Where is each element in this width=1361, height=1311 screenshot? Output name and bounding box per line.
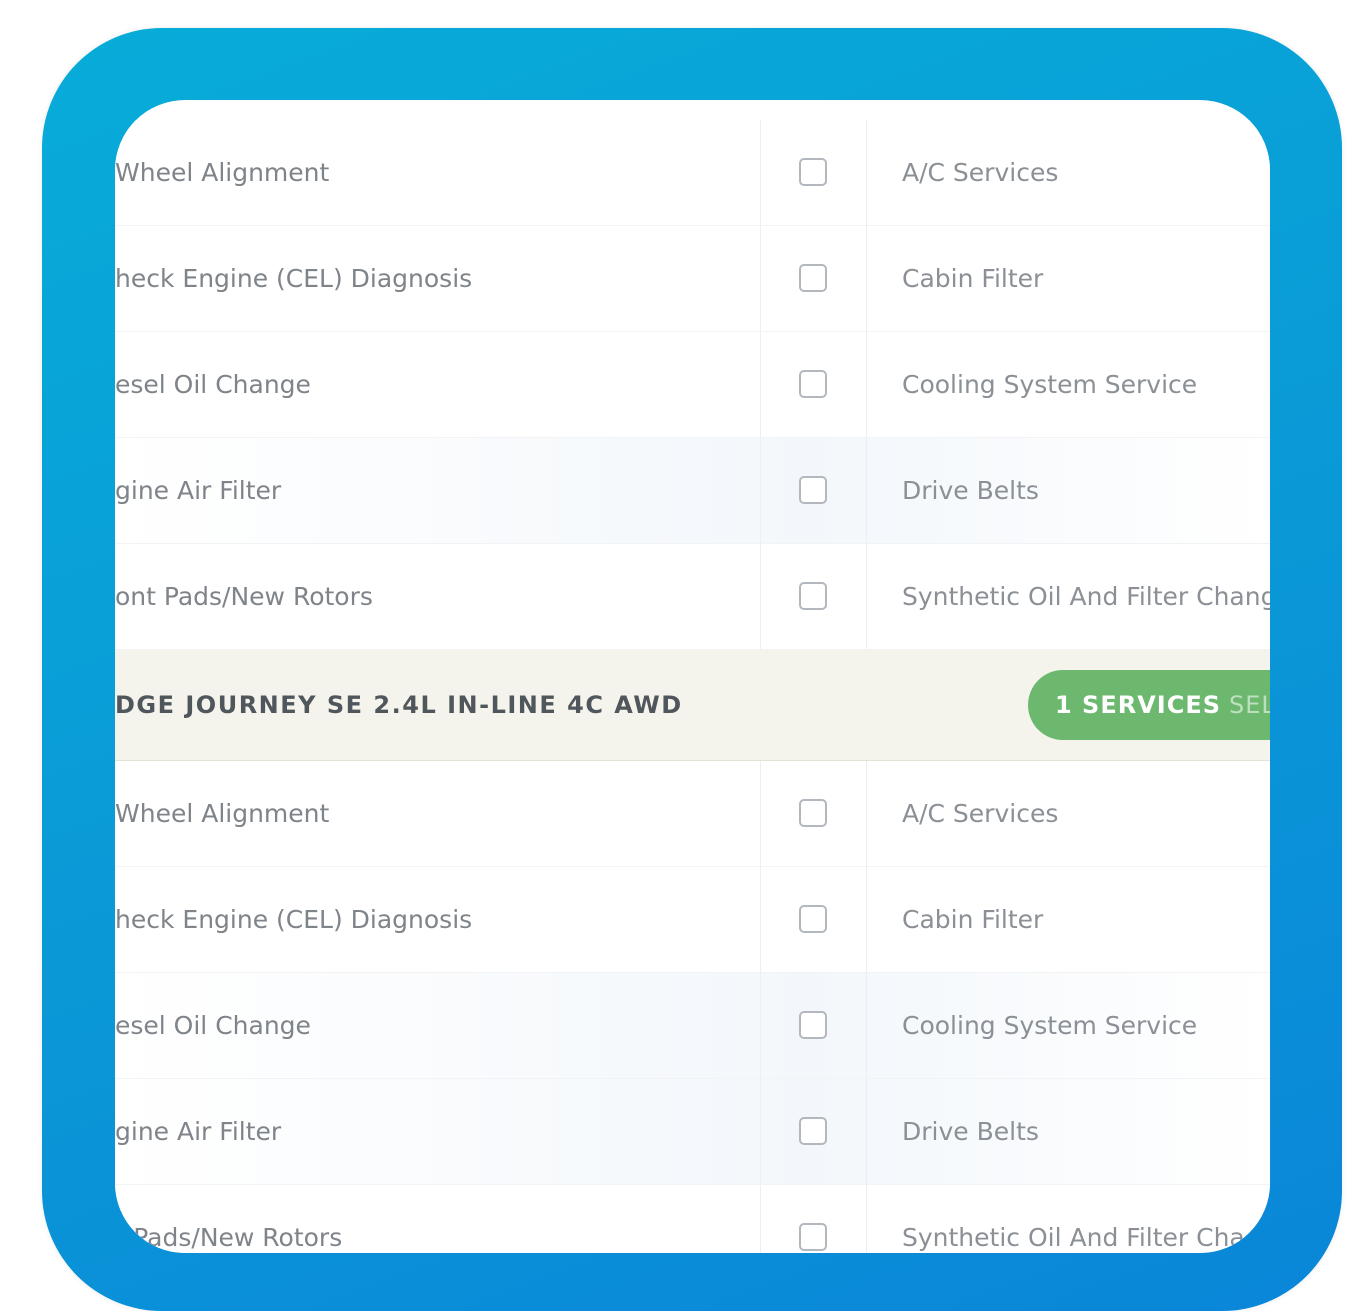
service-checkbox[interactable] xyxy=(799,1011,827,1039)
service-row: esel Oil Change Cooling System Service xyxy=(115,332,1270,438)
service-label: Cooling System Service xyxy=(902,370,1198,399)
service-label: Synthetic Oil And Filter Cha xyxy=(902,1223,1245,1252)
services-count: 1 SERVICES xyxy=(1055,691,1222,719)
services-selected-badge[interactable]: 1 SERVICES SELE xyxy=(1028,670,1270,740)
service-checkbox[interactable] xyxy=(799,1223,827,1251)
service-row: heck Engine (CEL) Diagnosis Cabin Filter xyxy=(115,226,1270,332)
service-label: r Pads/New Rotors xyxy=(115,1223,343,1252)
service-checkbox[interactable] xyxy=(799,799,827,827)
service-checkbox[interactable] xyxy=(799,476,827,504)
service-cell: esel Oil Change xyxy=(115,332,761,437)
service-label: A/C Services xyxy=(902,158,1059,187)
service-row: Wheel Alignment A/C Services xyxy=(115,120,1270,226)
checkbox-cell xyxy=(760,761,867,866)
services-selected-label: SELE xyxy=(1229,691,1270,719)
service-label: Drive Belts xyxy=(902,476,1039,505)
service-cell: heck Engine (CEL) Diagnosis xyxy=(115,226,761,331)
checkbox-cell xyxy=(760,120,867,225)
service-checkbox[interactable] xyxy=(799,905,827,933)
service-label: heck Engine (CEL) Diagnosis xyxy=(115,905,473,934)
checkbox-cell xyxy=(760,867,867,972)
service-checkbox[interactable] xyxy=(799,370,827,398)
checkbox-cell xyxy=(760,544,867,649)
service-table: Wheel Alignment A/C Services heck Engine… xyxy=(115,120,1270,1253)
checkbox-cell xyxy=(760,226,867,331)
service-label: Cooling System Service xyxy=(902,1011,1198,1040)
service-label: esel Oil Change xyxy=(115,1011,311,1040)
service-label: Cabin Filter xyxy=(902,264,1044,293)
service-checkbox[interactable] xyxy=(799,264,827,292)
service-label: A/C Services xyxy=(902,799,1059,828)
service-cell: ont Pads/New Rotors xyxy=(115,544,761,649)
checkbox-cell xyxy=(760,1079,867,1184)
service-cell: r Pads/New Rotors xyxy=(115,1185,761,1253)
service-label: ont Pads/New Rotors xyxy=(115,582,373,611)
service-row: r Pads/New Rotors Synthetic Oil And Filt… xyxy=(115,1185,1270,1253)
service-label: gine Air Filter xyxy=(115,1117,282,1146)
service-label: heck Engine (CEL) Diagnosis xyxy=(115,264,473,293)
service-cell: esel Oil Change xyxy=(115,973,761,1078)
checkbox-cell xyxy=(760,332,867,437)
service-selection-screen: Wheel Alignment A/C Services heck Engine… xyxy=(115,100,1270,1253)
service-cell: gine Air Filter xyxy=(115,1079,761,1184)
service-label: Wheel Alignment xyxy=(115,158,330,187)
service-row: heck Engine (CEL) Diagnosis Cabin Filter xyxy=(115,867,1270,973)
service-label: Cabin Filter xyxy=(902,905,1044,934)
service-label: Drive Belts xyxy=(902,1117,1039,1146)
checkbox-cell xyxy=(760,973,867,1078)
service-row: Wheel Alignment A/C Services xyxy=(115,761,1270,867)
service-cell: Wheel Alignment xyxy=(115,761,761,866)
service-label: Synthetic Oil And Filter Chang xyxy=(902,582,1270,611)
service-cell: gine Air Filter xyxy=(115,438,761,543)
service-checkbox[interactable] xyxy=(799,582,827,610)
service-row: ont Pads/New Rotors Synthetic Oil And Fi… xyxy=(115,544,1270,650)
service-label: gine Air Filter xyxy=(115,476,282,505)
vehicle-title: DGE JOURNEY SE 2.4L IN-LINE 4C AWD xyxy=(115,691,683,719)
service-row: esel Oil Change Cooling System Service xyxy=(115,973,1270,1079)
service-row: gine Air Filter Drive Belts xyxy=(115,1079,1270,1185)
service-cell: Wheel Alignment xyxy=(115,120,761,225)
service-checkbox[interactable] xyxy=(799,158,827,186)
checkbox-cell xyxy=(760,1185,867,1253)
vehicle-group-header[interactable]: DGE JOURNEY SE 2.4L IN-LINE 4C AWD 1 SER… xyxy=(115,650,1270,761)
service-cell: heck Engine (CEL) Diagnosis xyxy=(115,867,761,972)
service-row: gine Air Filter Drive Belts xyxy=(115,438,1270,544)
checkbox-cell xyxy=(760,438,867,543)
service-label: esel Oil Change xyxy=(115,370,311,399)
service-label: Wheel Alignment xyxy=(115,799,330,828)
service-checkbox[interactable] xyxy=(799,1117,827,1145)
